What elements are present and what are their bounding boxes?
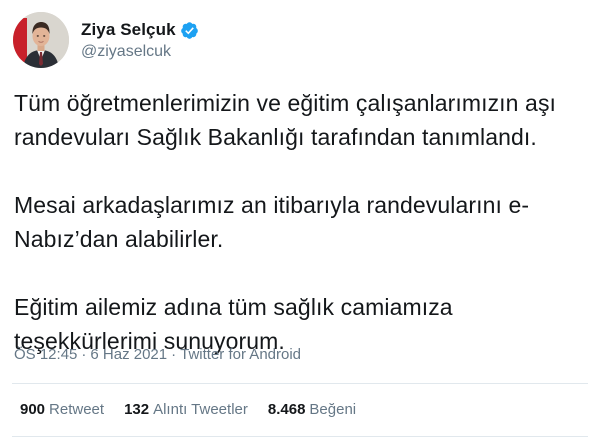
like-count[interactable]: 8.468 Beğeni xyxy=(268,401,356,418)
tweet-source-link[interactable]: Twitter for Android xyxy=(180,346,301,363)
retweet-count-number: 900 xyxy=(20,401,46,418)
tweet-header: Ziya Selçuk @ziyaselcuk xyxy=(13,12,199,68)
display-name-row: Ziya Selçuk xyxy=(81,19,199,41)
tweet-card: Ziya Selçuk @ziyaselcuk Tüm öğretmenleri… xyxy=(0,0,600,446)
tweet-stats: 900 Retweet 132 Alıntı Tweetler 8.468 Be… xyxy=(20,401,376,418)
tweet-text: Tüm öğretmenlerimizin ve eğitim çalışanl… xyxy=(14,86,594,358)
tweet-paragraph: Tüm öğretmenlerimizin ve eğitim çalışanl… xyxy=(14,90,557,150)
divider xyxy=(12,436,588,437)
like-count-label: Beğeni xyxy=(309,401,357,418)
verified-badge-icon xyxy=(180,21,199,40)
avatar[interactable] xyxy=(13,12,69,68)
quote-tweet-count-label: Alıntı Tweetler xyxy=(153,401,248,418)
quote-tweet-count-number: 132 xyxy=(124,401,150,418)
author-names: Ziya Selçuk @ziyaselcuk xyxy=(81,19,199,61)
tweet-paragraph: Mesai arkadaşlarımız an itibarıyla rande… xyxy=(14,192,530,252)
meta-separator: · xyxy=(81,346,87,363)
tweet-time[interactable]: ÖS 12:45 xyxy=(14,346,77,363)
like-count-number: 8.468 xyxy=(267,401,306,418)
divider xyxy=(12,383,588,384)
tweet-date[interactable]: 6 Haz 2021 xyxy=(90,346,167,363)
quote-tweet-count[interactable]: 132 Alıntı Tweetler xyxy=(124,401,248,418)
author-handle[interactable]: @ziyaselcuk xyxy=(81,43,199,61)
display-name[interactable]: Ziya Selçuk xyxy=(81,20,176,40)
avatar-photo xyxy=(13,12,69,68)
retweet-count-label: Retweet xyxy=(49,401,105,418)
tweet-meta: ÖS 12:45 · 6 Haz 2021 · Twitter for Andr… xyxy=(14,346,301,363)
retweet-count[interactable]: 900 Retweet xyxy=(20,401,104,418)
meta-separator: · xyxy=(171,346,177,363)
